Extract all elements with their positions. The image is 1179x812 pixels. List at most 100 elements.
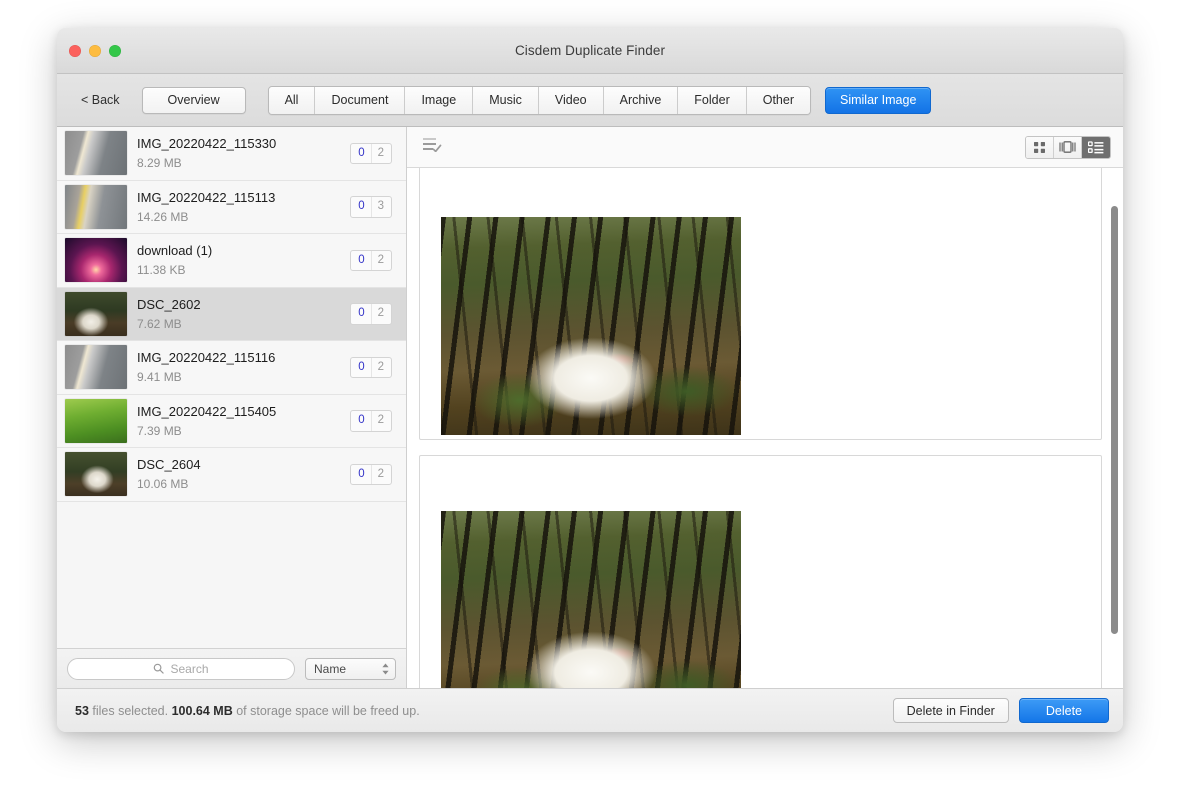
group-size: 8.29 MB	[137, 156, 182, 171]
back-button[interactable]: < Back	[71, 89, 130, 111]
group-size: 9.41 MB	[137, 370, 182, 385]
group-thumbnail	[65, 345, 127, 390]
group-size: 14.26 MB	[137, 209, 189, 224]
group-meta: download (1) 11.38 KB	[137, 243, 350, 277]
group-count-badge: 03	[350, 196, 392, 218]
status-text-tail: of storage space will be freed up.	[232, 703, 420, 718]
duplicate-group-list[interactable]: IMG_20220422_115330 8.29 MB 0 2 IMG_20220422…	[57, 127, 406, 648]
tab-archive[interactable]: Archive	[603, 86, 679, 114]
search-input[interactable]: Search	[67, 657, 295, 680]
group-meta: IMG_20220422_115330 8.29 MB	[137, 136, 350, 170]
duplicate-card[interactable]	[419, 455, 1102, 688]
carousel-view-icon[interactable]	[1054, 136, 1082, 158]
delete-in-finder-button[interactable]: Delete in Finder	[892, 698, 1009, 723]
delete-button[interactable]: Delete	[1018, 698, 1109, 723]
duplicates-scroll-area[interactable]: Date Created: 4/3/23, 2:32:45 PM Size: 2…	[407, 168, 1123, 688]
group-meta: IMG_20220422_115113 14.26 MB	[137, 190, 350, 224]
duplicate-group-row[interactable]: DSC_2602 7.62 MB 0 2	[57, 287, 406, 341]
group-size: 7.62 MB	[137, 316, 182, 331]
toolbar: < Back Overview All Document Image Music…	[57, 74, 1123, 127]
group-count-badge: 02	[350, 356, 392, 378]
group-selected-count: 0	[358, 200, 365, 212]
group-count-badge: 02	[350, 410, 392, 432]
tab-image[interactable]: Image	[405, 86, 474, 114]
duplicate-group-row[interactable]: IMG_20220422_115113 14.26 MB 0 3	[57, 180, 406, 234]
duplicate-group-row[interactable]: IMG_20220422_115116 9.41 MB 0 2	[57, 341, 406, 395]
search-icon	[153, 663, 165, 674]
search-placeholder: Search	[170, 661, 209, 676]
duplicate-preview-image[interactable]	[441, 217, 741, 435]
tab-all[interactable]: All	[268, 86, 316, 114]
grid-view-icon[interactable]	[1026, 136, 1054, 158]
group-total-count: 2	[370, 357, 391, 377]
tab-similar-image[interactable]: Similar Image	[825, 86, 932, 114]
sort-value: Name	[314, 661, 347, 676]
status-text: 53 files selected. 100.64 MB of storage …	[75, 704, 420, 718]
group-thumbnail	[65, 291, 127, 336]
group-total-count: 2	[370, 411, 391, 431]
list-view-icon[interactable]	[1082, 136, 1110, 158]
duplicate-group-row[interactable]: IMG_20220422_115405 7.39 MB 0 2	[57, 394, 406, 448]
tab-folder[interactable]: Folder	[678, 86, 747, 114]
tab-document[interactable]: Document	[315, 86, 406, 114]
group-selected-count: 0	[358, 307, 365, 319]
group-total-count: 2	[370, 464, 391, 484]
status-freed-size: 100.64 MB	[171, 703, 233, 718]
group-total-count: 2	[370, 143, 391, 163]
group-selected-count: 0	[358, 253, 365, 266]
sidebar-footer: Search Name	[57, 648, 406, 688]
close-button[interactable]	[69, 44, 81, 57]
duplicate-group-row[interactable]: download (1) 11.38 KB 0 2	[57, 234, 406, 288]
duplicate-card[interactable]	[419, 168, 1102, 440]
group-name: DSC_2604	[137, 457, 201, 473]
sidebar: IMG_20220422_115330 8.29 MB 0 2 IMG_20220422…	[57, 127, 407, 688]
tab-other[interactable]: Other	[746, 86, 810, 114]
group-total-count: 3	[370, 197, 391, 217]
group-count-badge: 02	[350, 463, 392, 485]
status-file-count: 53	[75, 703, 89, 718]
duplicate-preview-image[interactable]	[441, 511, 741, 688]
group-name: IMG_20220422_115116	[137, 350, 276, 366]
group-name: IMG_20220422_115405	[137, 403, 277, 419]
group-thumbnail	[65, 184, 127, 229]
group-meta: IMG_20220422_115116 9.41 MB	[137, 350, 350, 384]
group-selected-count: 0	[358, 360, 365, 373]
group-name: DSC_2602	[137, 296, 201, 312]
group-total-count: 2	[370, 250, 391, 270]
group-name: IMG_20220422_115330	[137, 136, 277, 152]
overview-button[interactable]: Overview	[141, 86, 246, 114]
category-tabs: All Document Image Music Video Archive F…	[267, 85, 811, 115]
bottom-bar: 53 files selected. 100.64 MB of storage …	[57, 688, 1123, 732]
group-thumbnail	[65, 238, 127, 283]
stepper-updown-icon	[381, 662, 390, 676]
group-count-badge: 02	[350, 142, 392, 164]
group-count-badge: 02	[350, 249, 392, 271]
tab-video[interactable]: Video	[538, 86, 604, 114]
group-size: 7.39 MB	[137, 423, 182, 438]
group-selected-count: 0	[358, 467, 365, 480]
zoom-button[interactable]	[109, 44, 121, 57]
group-selected-count: 0	[358, 146, 365, 159]
bottom-actions: Delete in Finder Delete	[892, 698, 1109, 723]
duplicate-group-row[interactable]: DSC_2604 10.06 MB 0 2	[57, 448, 406, 502]
sort-select[interactable]: Name	[305, 657, 396, 680]
group-thumbnail	[65, 398, 127, 443]
group-selected-count: 0	[358, 414, 365, 426]
group-name: IMG_20220422_115113	[137, 189, 276, 205]
view-mode-switcher	[1025, 135, 1111, 159]
minimize-button[interactable]	[89, 44, 101, 57]
traffic-lights	[69, 44, 121, 57]
group-name: download (1)	[137, 243, 213, 259]
tab-music[interactable]: Music	[473, 86, 539, 114]
window-title: Cisdem Duplicate Finder	[514, 43, 666, 58]
duplicate-group-row[interactable]: IMG_20220422_115330 8.29 MB 0 2	[57, 127, 406, 181]
group-total-count: 2	[370, 304, 391, 324]
titlebar: Cisdem Duplicate Finder	[57, 28, 1123, 74]
group-meta: IMG_20220422_115405 7.39 MB	[137, 404, 350, 438]
content-area: Date Created: 4/3/23, 2:32:45 PM Size: 2…	[407, 127, 1123, 688]
group-thumbnail	[65, 131, 127, 176]
group-count-badge: 02	[350, 303, 392, 325]
vertical-scrollbar[interactable]	[1111, 206, 1118, 634]
checklist-icon[interactable]	[423, 137, 442, 157]
group-size: 11.38 KB	[137, 263, 186, 278]
